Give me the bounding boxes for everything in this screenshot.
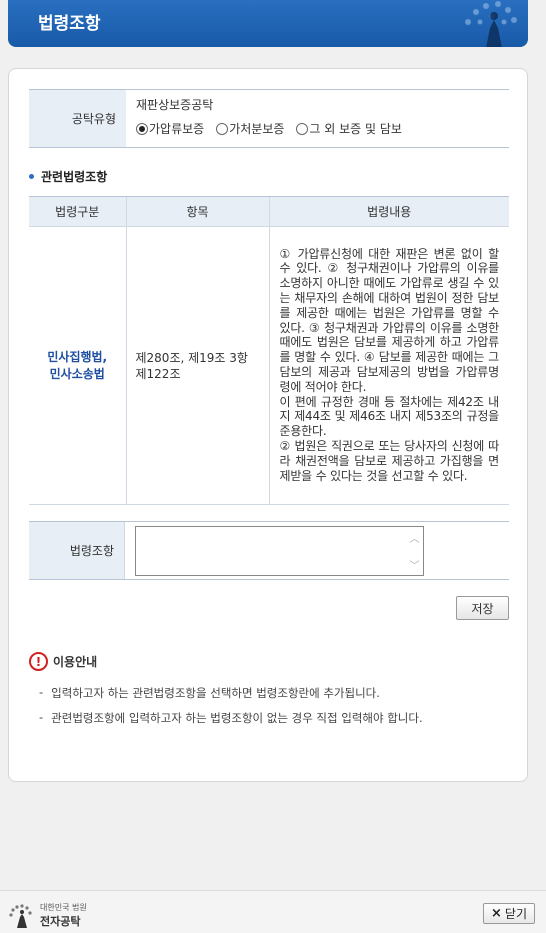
law-clause-label: 법령조항 (29, 522, 125, 579)
deposit-type-value: 재판상보증공탁 (136, 98, 214, 112)
list-item: - 입력하고자 하는 관련법령조항을 선택하면 법령조항란에 추가됩니다. (39, 685, 380, 700)
column-header: 법령내용 (268, 196, 509, 227)
radio-option-provisional-attachment[interactable]: 가압류보증 (136, 120, 204, 137)
law-clause-form: 법령조항 ︿ ﹀ (29, 521, 509, 580)
section-title: 관련법령조항 (29, 168, 107, 185)
close-button[interactable]: × 닫기 (483, 903, 535, 924)
window-title: 법령조항 (38, 14, 101, 34)
close-icon: × (491, 906, 502, 921)
logo-big-text: 전자공탁 (40, 915, 81, 928)
court-emblem-decoration-icon (465, 1, 517, 47)
radio-empty-icon[interactable] (296, 122, 309, 135)
column-header: 법령구분 (29, 196, 126, 227)
law-category-cell[interactable]: 민사집행법, 민사소송법 (29, 226, 126, 505)
law-content-paragraph: ② 법원은 직권으로 또는 당사자의 신청에 따라 채권전액을 담보로 제공하고… (279, 438, 500, 483)
deposit-type-label: 공탁유형 (29, 90, 126, 147)
court-logo: 대한민국 법원 전자공탁 (8, 902, 87, 929)
table-row[interactable]: 민사집행법, 민사소송법 제280조, 제19조 3항 제122조 ① 가압류신… (29, 226, 509, 505)
textarea-scrollbar[interactable]: ︿ ﹀ (406, 527, 423, 575)
list-item: - 관련법령조항에 입력하고자 하는 법령조항이 없는 경우 직접 입력해야 합니… (39, 710, 423, 725)
exclamation-icon: ! (29, 652, 48, 671)
radio-option-provisional-disposition[interactable]: 가처분보증 (216, 120, 284, 137)
title-bar: 법령조항 (8, 0, 528, 47)
scroll-down-icon[interactable]: ﹀ (410, 557, 420, 572)
law-content-paragraph: ① 가압류신청에 대한 재판은 변론 없이 할 수 있다. ② 청구채권이나 가… (279, 246, 500, 394)
save-button[interactable]: 저장 (456, 596, 509, 620)
logo-small-text: 대한민국 법원 (40, 903, 87, 912)
law-content-cell[interactable]: ① 가압류신청에 대한 재판은 변론 없이 할 수 있다. ② 청구채권이나 가… (268, 226, 509, 505)
deposit-type-form: 공탁유형 재판상보증공탁 가압류보증 가처분보증 그 외 보증 및 담보 (29, 89, 509, 148)
court-logo-icon (9, 903, 32, 928)
scroll-up-icon[interactable]: ︿ (410, 530, 420, 545)
usage-notice: ! 이용안내 - 입력하고자 하는 관련법령조항을 선택하면 법령조항란에 추가됩… (29, 652, 509, 735)
table-header-row: 법령구분 항목 법령내용 (29, 196, 509, 227)
deposit-type-radio-group: 가압류보증 가처분보증 그 외 보증 및 담보 (136, 120, 499, 137)
notice-list: - 입력하고자 하는 관련법령조항을 선택하면 법령조항란에 추가됩니다. - 관련… (29, 685, 509, 726)
notice-title: ! 이용안내 (29, 652, 509, 671)
footer-bar: 대한민국 법원 전자공탁 × 닫기 (0, 890, 546, 933)
radio-empty-icon[interactable] (216, 122, 229, 135)
law-clause-textarea[interactable]: ︿ ﹀ (135, 526, 424, 576)
radio-selected-icon[interactable] (136, 122, 148, 135)
main-panel: 공탁유형 재판상보증공탁 가압류보증 가처분보증 그 외 보증 및 담보 관련법… (8, 68, 528, 782)
bullet-icon (29, 174, 34, 179)
column-header: 항목 (125, 196, 269, 227)
radio-option-other-guarantee[interactable]: 그 외 보증 및 담보 (296, 120, 402, 137)
law-table: 법령구분 항목 법령내용 민사집행법, 민사소송법 제280조, 제19조 3항… (29, 196, 509, 505)
law-item-cell[interactable]: 제280조, 제19조 3항 제122조 (125, 226, 269, 505)
law-content-paragraph: 이 편에 규정한 경매 등 절차에는 제42조 내지 제44조 및 제46조 내… (279, 394, 500, 439)
